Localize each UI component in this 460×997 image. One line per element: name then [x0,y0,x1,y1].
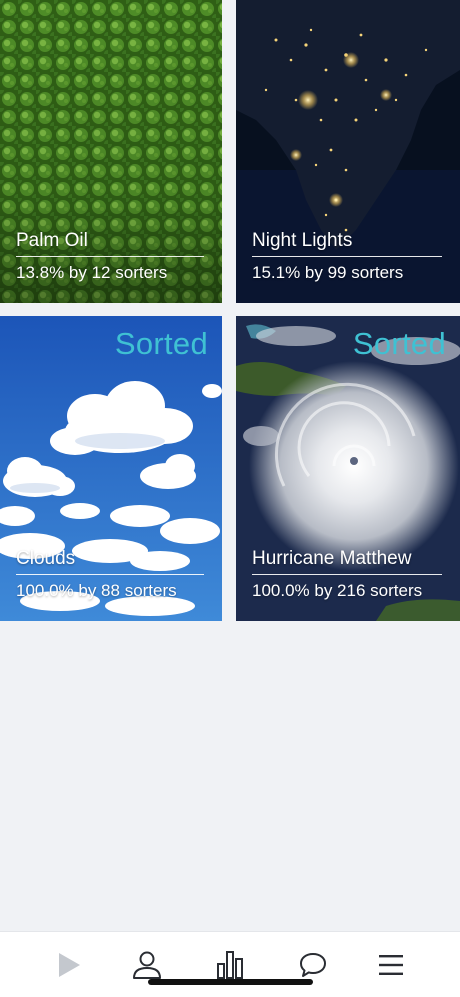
nav-profile-button[interactable] [127,948,167,982]
user-icon [133,951,161,979]
hamburger-menu-icon [379,955,403,975]
card-title: Clouds [16,548,204,575]
chat-bubble-icon [300,953,326,977]
card-stats: 13.8% by 12 sorters [16,263,168,282]
card-stats: 100.0% by 216 sorters [252,581,423,600]
nav-chat-button[interactable] [293,948,333,982]
bar-chart-icon [217,951,243,979]
bottom-nav-bar [0,931,460,997]
sorted-badge: Sorted [114,326,208,361]
project-card-night-lights[interactable]: Night Lights 15.1% by 99 sorters [236,0,460,303]
home-indicator[interactable] [148,979,313,985]
card-title: Night Lights [252,230,442,257]
card-title: Palm Oil [16,230,204,257]
project-card-clouds[interactable]: Sorted Clouds 100.0% by 88 sorters [0,316,222,621]
play-icon [59,953,80,977]
nav-stats-button[interactable] [210,948,250,982]
palm-plantation-image [0,0,222,303]
nav-play-button[interactable] [49,948,89,982]
card-stats: 100.0% by 88 sorters [16,581,177,600]
card-stats: 15.1% by 99 sorters [252,263,404,282]
project-card-hurricane-matthew[interactable]: Sorted Hurricane Matthew 100.0% by 216 s… [236,316,460,621]
card-title: Hurricane Matthew [252,548,442,575]
nav-menu-button[interactable] [371,948,411,982]
sorted-badge: Sorted [352,326,446,361]
night-lights-map-image [236,0,460,303]
project-card-palm-oil[interactable]: Palm Oil 13.8% by 12 sorters [0,0,222,303]
